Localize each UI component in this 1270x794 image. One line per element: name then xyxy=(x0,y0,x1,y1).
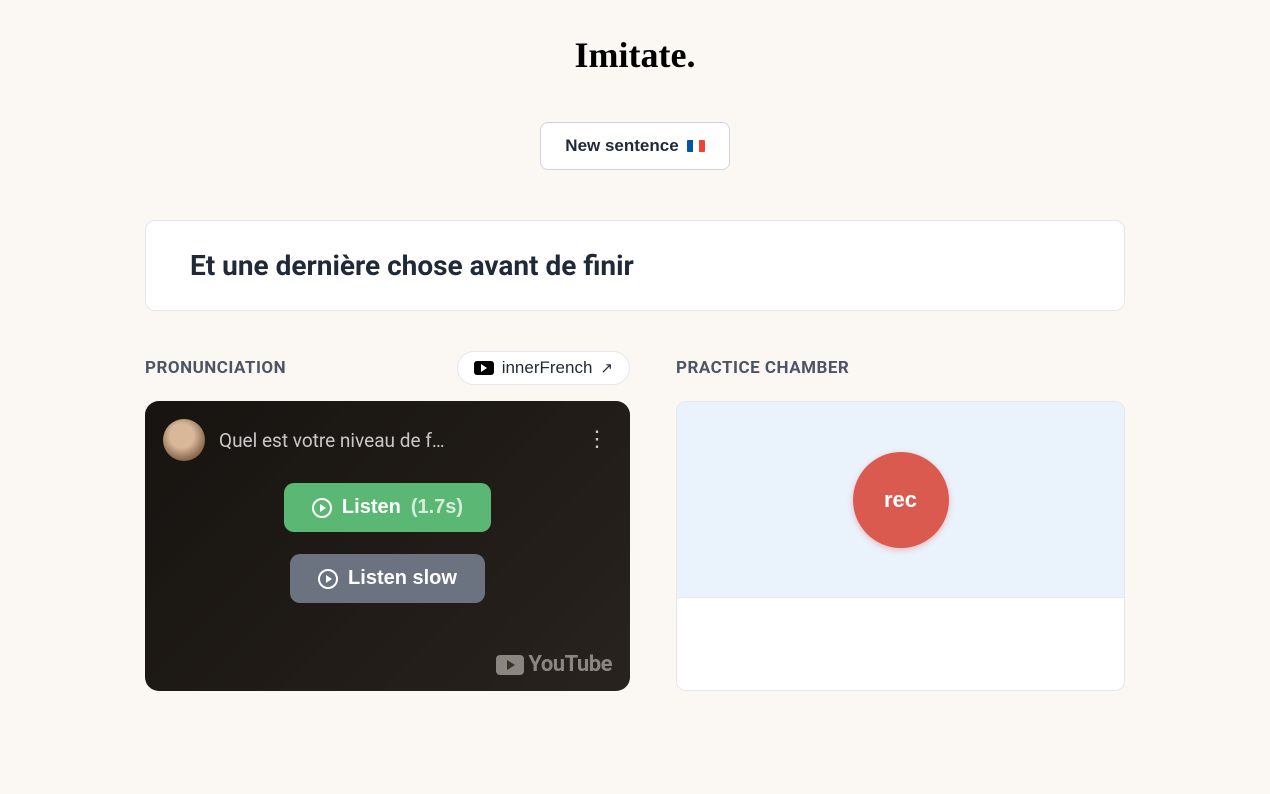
listen-duration: (1.7s) xyxy=(411,496,463,519)
play-icon xyxy=(318,569,338,589)
new-sentence-button[interactable]: New sentence xyxy=(540,122,729,170)
practice-playback-area xyxy=(677,598,1124,690)
practice-section-title: PRACTICE CHAMBER xyxy=(676,358,849,378)
youtube-icon xyxy=(474,361,494,375)
practice-record-area: rec xyxy=(677,402,1124,598)
youtube-wordmark: YouTube xyxy=(496,652,612,677)
france-flag-icon xyxy=(687,140,705,152)
external-link-icon: ↗ xyxy=(600,359,613,377)
record-button[interactable]: rec xyxy=(853,452,949,548)
source-link[interactable]: innerFrench ↗ xyxy=(457,351,630,385)
video-menu-icon[interactable]: ⋮ xyxy=(582,429,612,450)
listen-slow-button[interactable]: Listen slow xyxy=(290,554,485,603)
video-title: Quel est votre niveau de f… xyxy=(219,429,568,452)
channel-avatar xyxy=(163,419,205,461)
sentence-card: Et une dernière chose avant de finir xyxy=(145,220,1125,311)
youtube-logo-icon xyxy=(496,655,524,675)
listen-slow-label: Listen slow xyxy=(348,567,457,590)
video-player[interactable]: Quel est votre niveau de f… ⋮ Listen (1.… xyxy=(145,401,630,691)
pronunciation-section-title: PRONUNCIATION xyxy=(145,358,286,378)
listen-label: Listen xyxy=(342,496,401,519)
practice-chamber: rec xyxy=(676,401,1125,691)
sentence-text: Et une dernière chose avant de finir xyxy=(190,249,1080,282)
app-title: Imitate. xyxy=(145,34,1125,76)
listen-button[interactable]: Listen (1.7s) xyxy=(284,483,491,532)
source-channel: innerFrench xyxy=(502,358,593,378)
play-icon xyxy=(312,498,332,518)
new-sentence-label: New sentence xyxy=(565,136,678,156)
